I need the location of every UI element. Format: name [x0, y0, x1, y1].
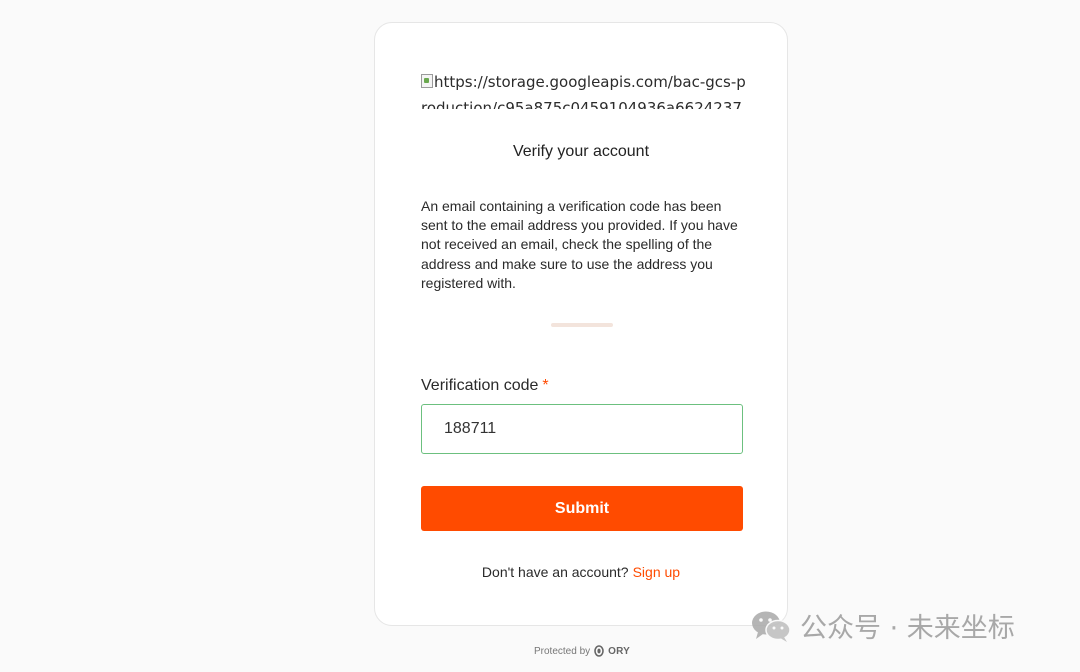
- verification-code-label: Verification code *: [421, 377, 549, 395]
- protected-by-text: Protected by: [534, 645, 591, 657]
- wechat-watermark: 公众号 · 未来坐标: [750, 606, 1015, 645]
- verification-code-input[interactable]: [421, 404, 743, 454]
- ory-brand: ORY: [608, 645, 631, 657]
- verification-code-label-text: Verification code: [421, 377, 539, 394]
- logo-image-broken: https://storage.googleapis.com/bac-gcs-p…: [421, 69, 747, 109]
- broken-image-icon: [421, 74, 433, 88]
- protected-by-footer: Protected by ORY: [534, 645, 630, 657]
- submit-button[interactable]: Submit: [421, 486, 743, 531]
- logo-alt-text: https://storage.googleapis.com/bac-gcs-p…: [421, 73, 746, 109]
- ory-logo-icon: [594, 645, 604, 657]
- required-asterisk: *: [542, 377, 549, 394]
- sign-up-link[interactable]: Sign up: [633, 564, 680, 580]
- signup-prompt: Don't have an account?: [481, 564, 629, 580]
- divider: [551, 323, 613, 327]
- login-card: https://storage.googleapis.com/bac-gcs-p…: [374, 22, 788, 626]
- watermark-text: 公众号 · 未来坐标: [800, 613, 1015, 644]
- page-title: Verify your account: [512, 143, 650, 160]
- signup-row: Don't have an account? Sign up: [375, 564, 787, 580]
- verification-description: An email containing a verification code …: [421, 198, 738, 291]
- wechat-icon: [750, 609, 792, 643]
